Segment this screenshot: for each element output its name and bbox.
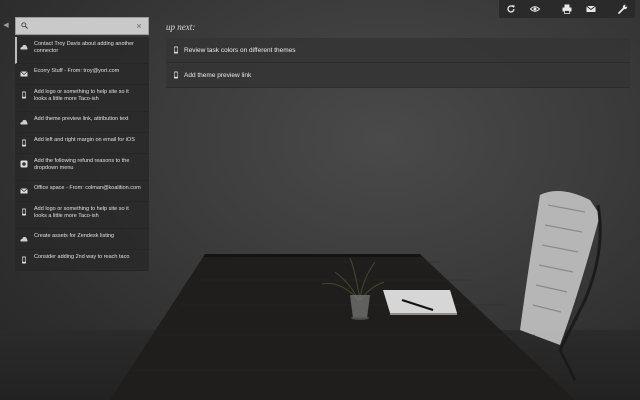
- list-item[interactable]: Contact Troy Davis about adding another …: [15, 37, 149, 64]
- mail-icon: [20, 187, 28, 195]
- list-item[interactable]: Add logo or something to help site so it…: [15, 202, 149, 229]
- refresh-button[interactable]: [499, 0, 523, 18]
- task-text: Add left and right margin on email for i…: [34, 137, 135, 143]
- task-sidebar: × Contact Troy Davis about adding anothe…: [15, 17, 149, 271]
- list-item[interactable]: Add logo or something to help site so it…: [15, 85, 149, 112]
- list-item[interactable]: Create assets for Zendesk listing: [15, 229, 149, 250]
- phone-icon: [172, 46, 180, 54]
- wrench-icon: [618, 4, 628, 14]
- task-text: Add the following refund reasons to the …: [34, 158, 130, 172]
- email-button[interactable]: [579, 0, 603, 18]
- refresh-icon: [507, 5, 515, 13]
- task-list: Contact Troy Davis about adding another …: [15, 37, 149, 271]
- list-item[interactable]: Consider adding 2nd way to reach taco: [15, 250, 149, 271]
- up-next-text: Review task colors on different themes: [184, 46, 296, 54]
- list-item[interactable]: Ecorry Stuff - From: troy@yort.com: [15, 64, 149, 85]
- search-box: ×: [15, 17, 149, 35]
- up-next-item[interactable]: Add theme preview link: [166, 63, 630, 88]
- list-item[interactable]: Add theme preview link, attribution text: [15, 112, 149, 133]
- top-toolbar: [499, 0, 635, 18]
- search-input[interactable]: [16, 18, 134, 34]
- office-chair: [520, 191, 602, 381]
- cloud-icon: [20, 118, 28, 126]
- mail-icon: [20, 70, 28, 78]
- eye-icon: [530, 6, 540, 12]
- task-text: Consider adding 2nd way to reach taco: [34, 254, 130, 260]
- settings-button[interactable]: [611, 0, 635, 18]
- up-next-list: Review task colors on different themes A…: [166, 38, 630, 88]
- phone-icon: [20, 139, 28, 147]
- phone-icon: [20, 91, 28, 99]
- mail-icon: [586, 5, 596, 12]
- collapse-sidebar-arrow-icon[interactable]: ◀: [1, 20, 11, 32]
- task-text: Add logo or something to help site so it…: [34, 89, 129, 103]
- app-icon: [20, 160, 28, 168]
- toolbar-separator: [603, 0, 611, 18]
- list-item[interactable]: Add left and right margin on email for i…: [15, 133, 149, 154]
- up-next-text: Add theme preview link: [184, 71, 252, 79]
- print-icon: [562, 4, 572, 14]
- list-item[interactable]: Office space - From: colman@koalition.co…: [15, 181, 149, 202]
- cloud-icon: [20, 235, 28, 243]
- clear-search-icon[interactable]: ×: [134, 19, 144, 33]
- list-item[interactable]: Add the following refund reasons to the …: [15, 154, 149, 181]
- task-text: Add theme preview link, attribution text: [34, 116, 129, 122]
- phone-icon: [20, 256, 28, 264]
- task-text: Ecorry Stuff - From: troy@yort.com: [34, 68, 120, 74]
- print-button[interactable]: [555, 0, 579, 18]
- cloud-icon: [20, 43, 28, 51]
- up-next-item[interactable]: Review task colors on different themes: [166, 38, 630, 63]
- task-text: Contact Troy Davis about adding another …: [34, 41, 134, 55]
- up-next-heading: up next:: [166, 22, 196, 32]
- task-text: Office space - From: colman@koalition.co…: [34, 185, 141, 191]
- phone-icon: [172, 71, 180, 79]
- phone-icon: [20, 208, 28, 216]
- task-text: Create assets for Zendesk listing: [34, 233, 115, 239]
- task-text: Add logo or something to help site so it…: [34, 206, 129, 220]
- toolbar-separator: [547, 0, 555, 18]
- preview-button[interactable]: [523, 0, 547, 18]
